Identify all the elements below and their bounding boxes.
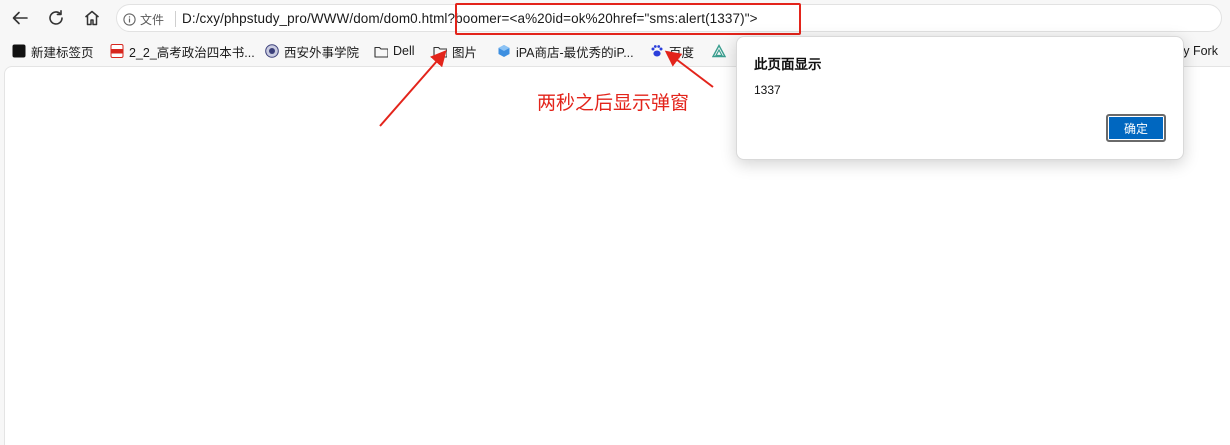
- annotation-arrow-to-dialog: [664, 50, 714, 88]
- annotation-arrow-to-url: [379, 49, 447, 127]
- dialog-title: 此页面显示: [754, 57, 822, 72]
- dialog-message: 1337: [754, 83, 781, 97]
- alert-dialog: 此页面显示 1337 确定: [736, 36, 1184, 160]
- dialog-ok-button[interactable]: 确定: [1106, 114, 1166, 142]
- annotation-text: 两秒之后显示弹窗: [537, 93, 690, 114]
